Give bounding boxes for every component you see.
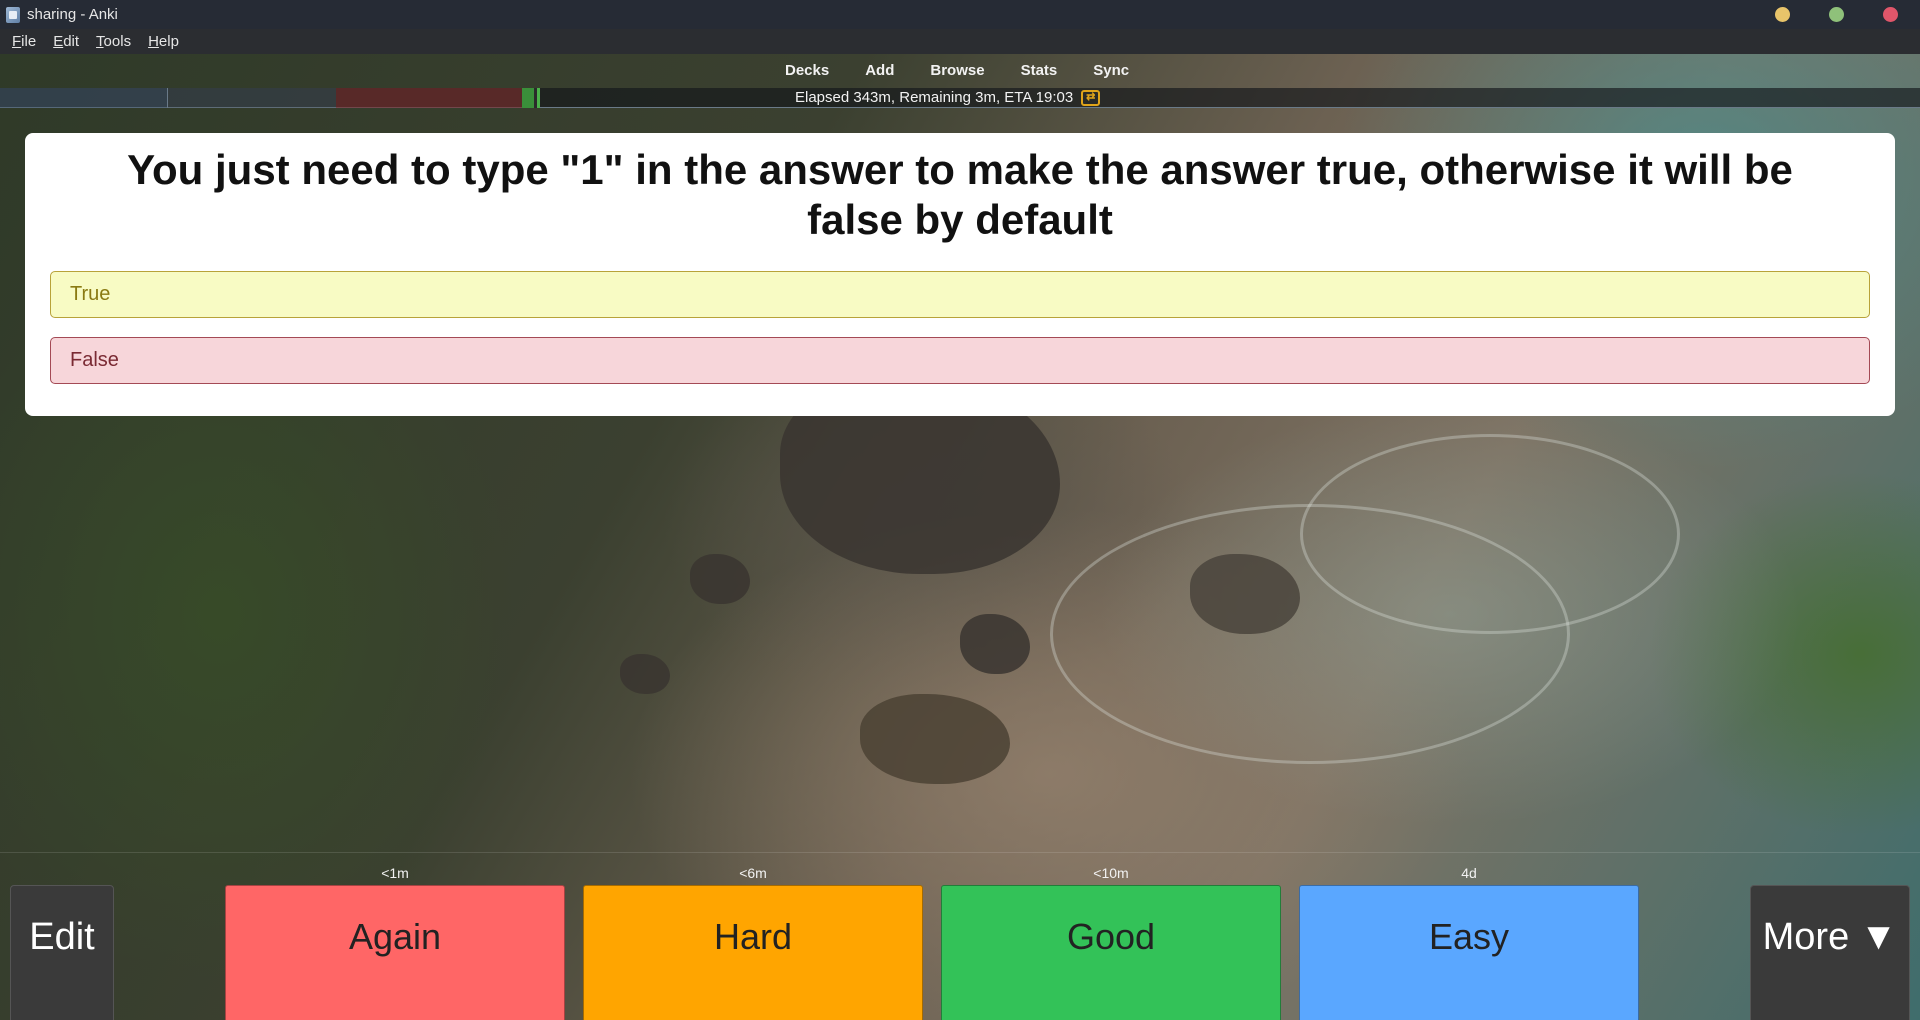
review-progress-strip [0,88,550,108]
menu-tools[interactable]: Tools [96,33,131,50]
menu-edit[interactable]: Edit [53,33,79,50]
answer-option-false[interactable]: False [50,337,1870,384]
hard-interval: <6m [739,865,767,881]
menu-bar: File Edit Tools Help [0,29,1920,54]
toolbar-links: Decks Add Browse Stats Sync [785,62,1129,79]
good-button[interactable]: Good [941,885,1281,1020]
good-button-label: Good [1066,916,1156,957]
answer-option-true[interactable]: True [50,271,1870,318]
window-title: sharing - Anki [27,6,118,23]
again-button[interactable]: Again [225,885,565,1020]
elapsed-remaining-eta: Elapsed 343m, Remaining 3m, ETA 19:03 [795,89,1074,106]
question-card: You just need to type "1" in the answer … [25,133,1895,416]
again-interval: <1m [381,865,409,881]
toolbar-browse-link[interactable]: Browse [930,62,984,79]
toolbar-decks-link[interactable]: Decks [785,62,829,79]
minimize-button[interactable] [1775,7,1790,22]
hard-button[interactable]: Hard [583,885,923,1020]
good-interval: <10m [1093,865,1129,881]
answer-option-label: True [70,283,111,305]
edit-button-label: Edit [29,915,95,958]
more-button[interactable]: More ▼ [1750,885,1910,1020]
again-button-label: Again [348,916,442,957]
anki-app-icon [6,6,20,23]
title-bar: sharing - Anki [0,0,1920,29]
window-controls [1775,7,1898,22]
menu-help[interactable]: Help [148,33,179,50]
edit-button[interactable]: Edit [10,885,114,1020]
close-button[interactable] [1883,7,1898,22]
status-info: Elapsed 343m, Remaining 3m, ETA 19:03 ⇄ [795,89,1101,106]
toolbar-sync-link[interactable]: Sync [1093,62,1129,79]
question-text: You just need to type "1" in the answer … [127,146,1793,243]
top-toolbar: Decks Add Browse Stats Sync [0,54,1920,88]
easy-button-label: Easy [1428,916,1510,957]
easy-interval: 4d [1461,865,1477,881]
sync-arrows-icon[interactable]: ⇄ [1081,89,1101,106]
toolbar-stats-link[interactable]: Stats [1021,62,1058,79]
hard-button-label: Hard [713,916,793,957]
answer-option-label: False [70,349,119,371]
menu-file[interactable]: File [12,33,36,50]
more-button-label: More ▼ [1762,915,1898,958]
maximize-button[interactable] [1829,7,1844,22]
easy-button[interactable]: Easy [1299,885,1639,1020]
toolbar-add-link[interactable]: Add [865,62,894,79]
